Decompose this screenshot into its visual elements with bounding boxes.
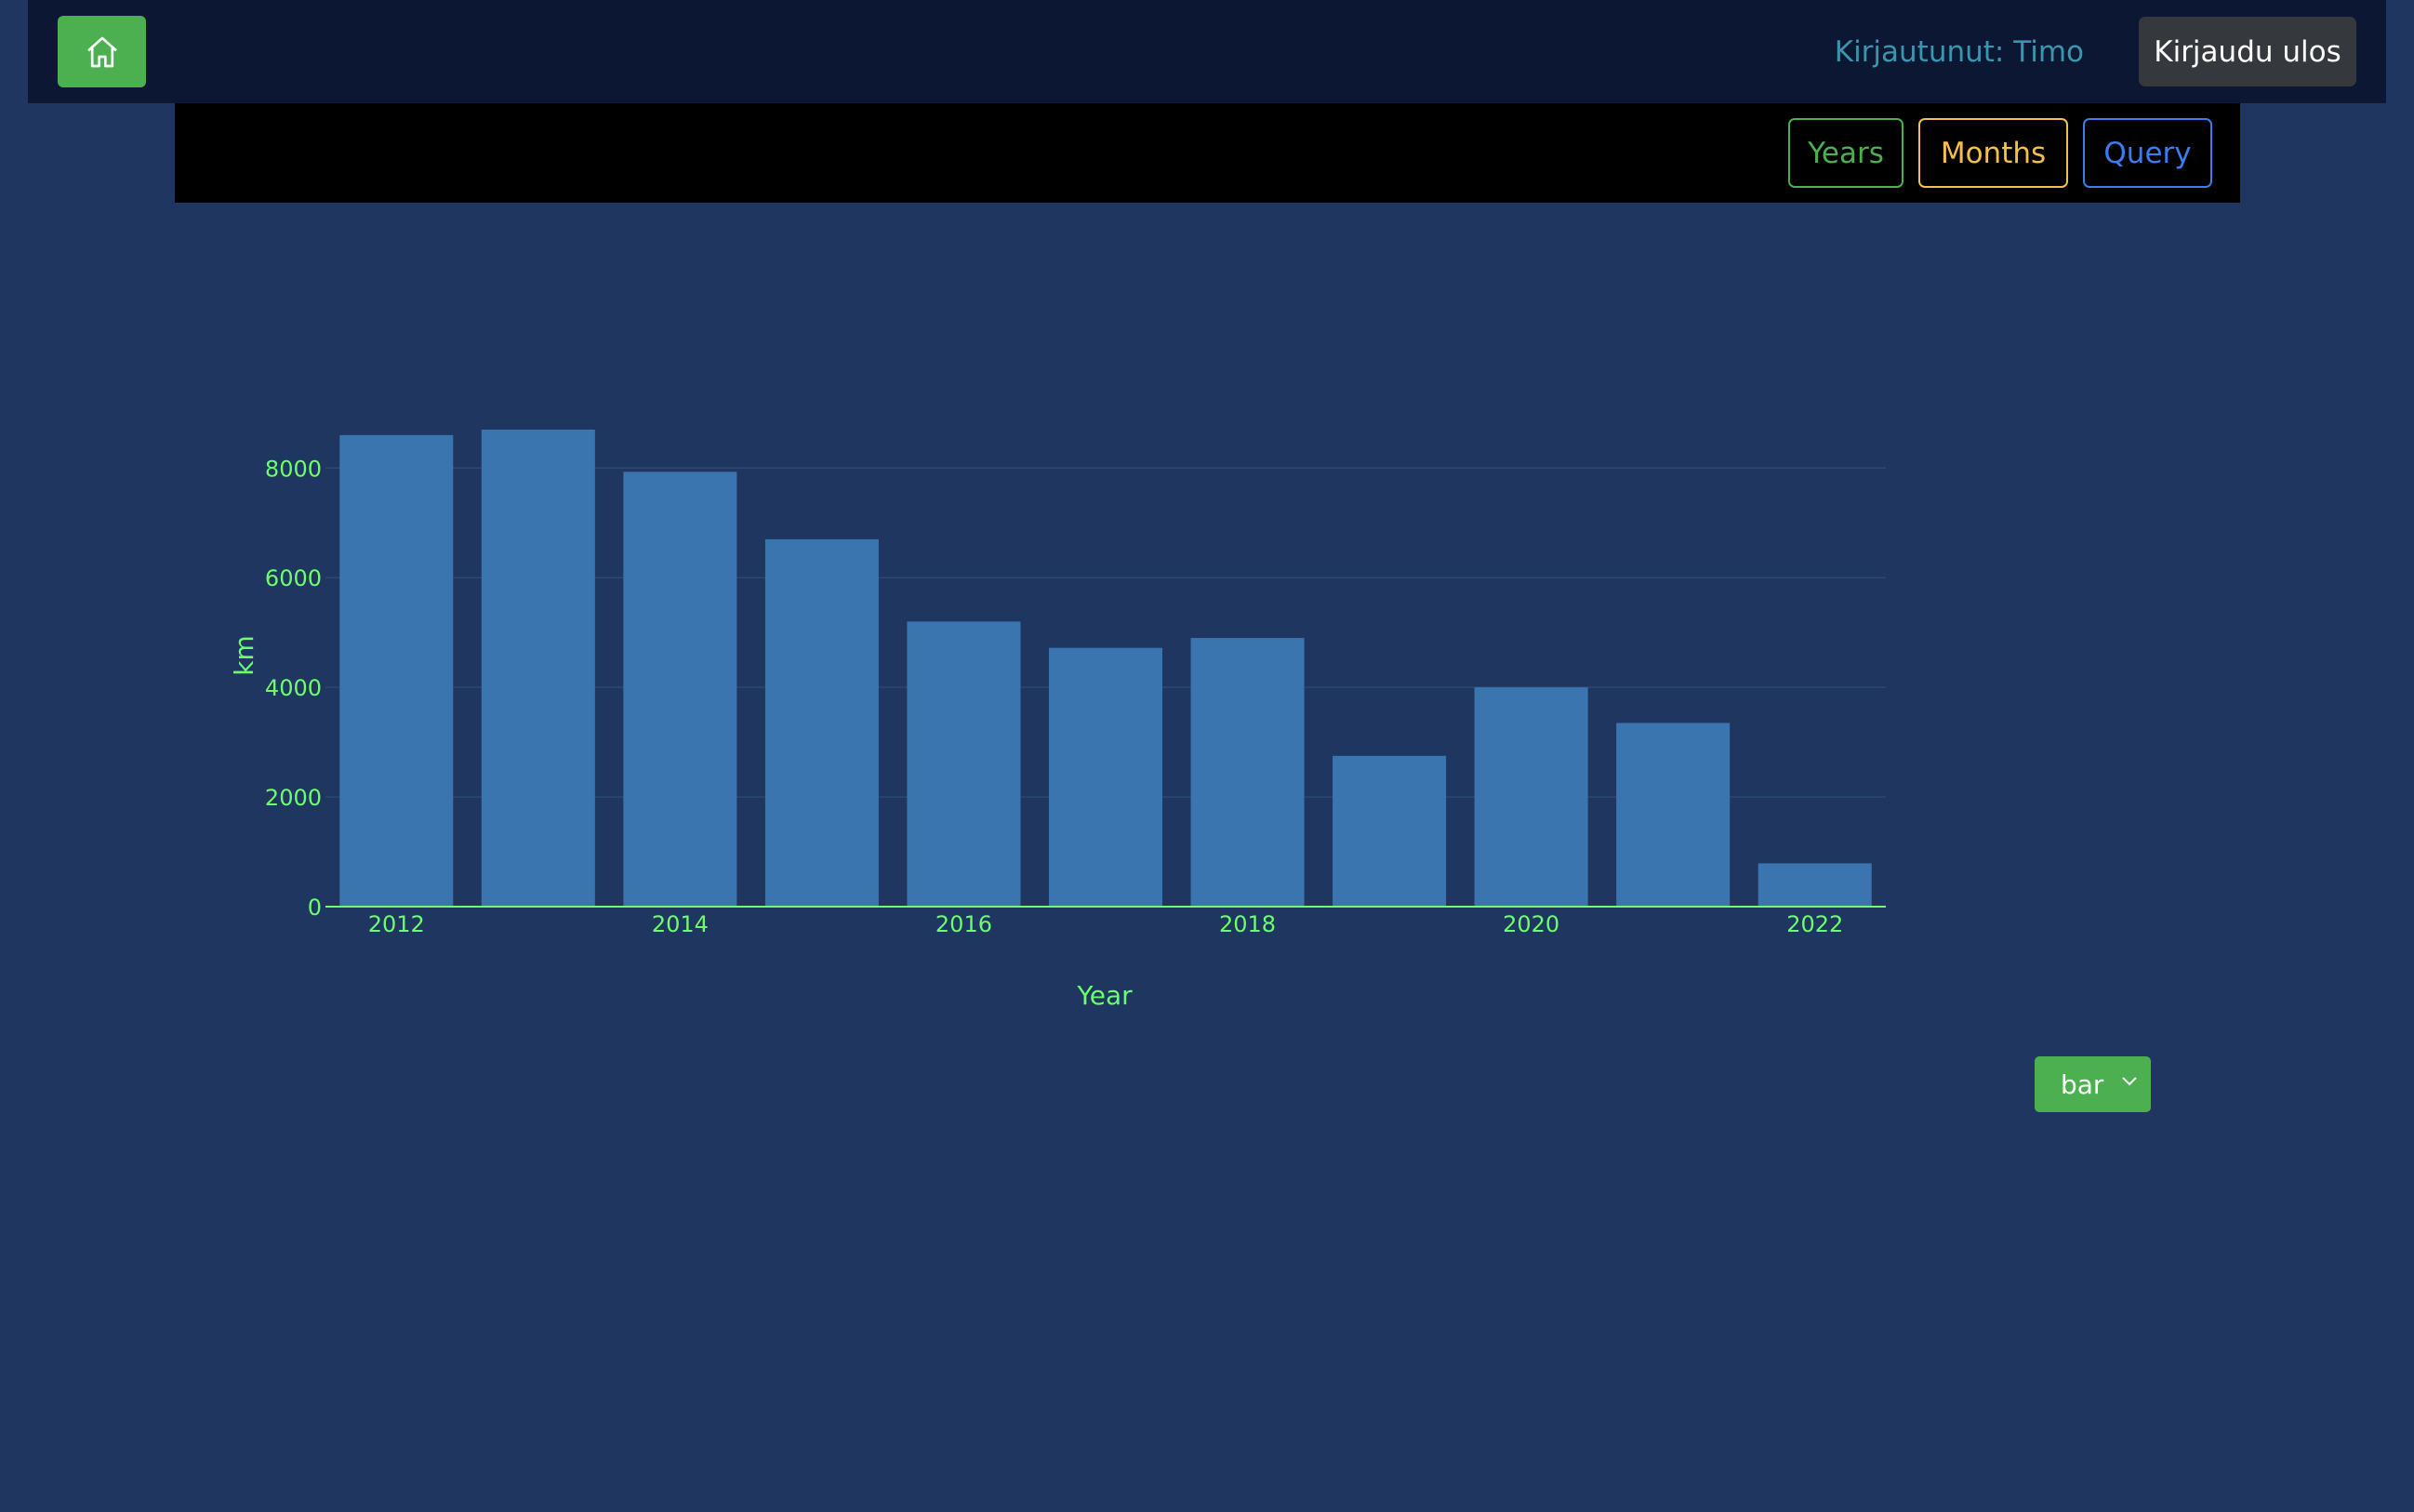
x-axis-title: Year <box>1076 980 1133 1011</box>
x-tick-label: 2014 <box>652 911 709 937</box>
y-tick-label: 2000 <box>265 785 322 811</box>
chart-type-value: bar <box>2061 1069 2104 1100</box>
bar-2016[interactable] <box>907 621 1021 907</box>
bar-2021[interactable] <box>1616 723 1731 907</box>
yearly-km-bar-chart: 2012 2014 2016 2018 2020 2022 0 2000 4000 6000 80… <box>229 430 1886 1011</box>
x-tick-label: 2022 <box>1786 911 1843 937</box>
bar-2014[interactable] <box>623 471 737 907</box>
bar-2013[interactable] <box>481 430 595 907</box>
x-tick-label: 2020 <box>1503 911 1559 937</box>
x-tick-label: 2018 <box>1219 911 1276 937</box>
chart-type-select[interactable]: bar <box>2035 1056 2151 1112</box>
y-tick-label: 0 <box>308 895 322 921</box>
bar-2018[interactable] <box>1190 638 1305 907</box>
chevron-down-icon <box>2122 1077 2137 1086</box>
bar-2019[interactable] <box>1333 755 1447 907</box>
x-tick-label: 2012 <box>368 911 425 937</box>
y-tick-label: 8000 <box>265 456 322 482</box>
bar-2020[interactable] <box>1474 687 1588 907</box>
y-tick-label: 4000 <box>265 675 322 701</box>
bar-2022[interactable] <box>1757 863 1872 907</box>
chart-bars <box>339 430 1872 907</box>
bar-2017[interactable] <box>1048 647 1163 907</box>
chart-y-axis: 0 2000 4000 6000 8000 <box>265 456 322 921</box>
y-axis-title: km <box>229 635 259 676</box>
y-tick-label: 6000 <box>265 565 322 591</box>
bar-2012[interactable] <box>339 434 454 907</box>
bar-2015[interactable] <box>764 538 879 907</box>
chart-x-axis: 2012 2014 2016 2018 2020 2022 <box>325 906 1886 937</box>
x-tick-label: 2016 <box>935 911 992 937</box>
